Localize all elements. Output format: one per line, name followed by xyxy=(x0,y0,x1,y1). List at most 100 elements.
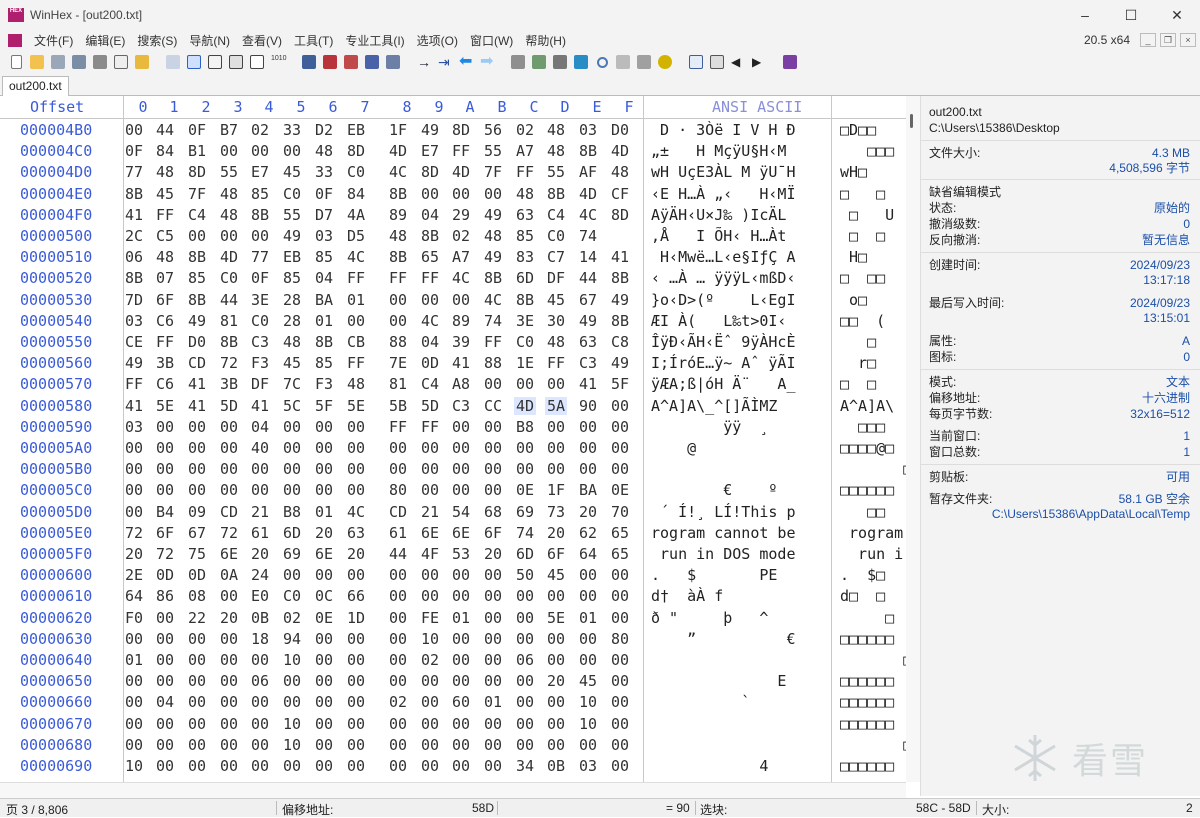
hex-byte[interactable]: 8B xyxy=(313,333,335,351)
hex-byte[interactable]: 8B xyxy=(609,312,631,330)
hex-byte[interactable]: 00 xyxy=(313,481,335,499)
hex-byte[interactable]: 20 xyxy=(123,545,145,563)
hex-byte[interactable]: FF xyxy=(345,269,367,287)
hex-byte[interactable]: C0 xyxy=(345,163,367,181)
hex-byte[interactable]: 64 xyxy=(577,545,599,563)
hex-byte[interactable]: 72 xyxy=(218,524,240,542)
hex-row[interactable]: 00000630 00 00 00 00 18 94 00 00 00 10 00 00 00 00 00 80… xyxy=(0,628,906,649)
hex-byte[interactable]: 01 xyxy=(345,291,367,309)
hex-byte[interactable]: 5B xyxy=(387,397,409,415)
hex-byte[interactable]: 20 xyxy=(545,672,567,690)
hex-byte[interactable]: 00 xyxy=(482,609,504,627)
hex-byte[interactable]: B7 xyxy=(218,121,240,139)
hex-byte[interactable]: CD xyxy=(387,503,409,521)
hex-byte[interactable]: 02 xyxy=(419,651,441,669)
hex-byte[interactable]: C4 xyxy=(545,206,567,224)
hex-byte[interactable]: 44 xyxy=(218,291,240,309)
tools-button[interactable] xyxy=(634,52,654,72)
hex-byte[interactable]: 01 xyxy=(313,503,335,521)
hex-byte[interactable]: E0 xyxy=(249,587,271,605)
hex-byte[interactable]: 4C xyxy=(387,163,409,181)
hex-byte[interactable]: 00 xyxy=(482,630,504,648)
hex-byte[interactable]: 53 xyxy=(450,545,472,563)
hex-byte[interactable]: FF xyxy=(419,418,441,436)
hex-byte[interactable]: 48 xyxy=(154,248,176,266)
hex-row[interactable]: 00000580 41 5E 41 5D 41 5C 5F 5E 5B 5D C3 CC 4D 5A 90 00… xyxy=(0,395,906,416)
calculator-button[interactable] xyxy=(571,52,591,72)
hex-byte[interactable]: C0 xyxy=(281,185,303,203)
hex-byte[interactable]: 03 xyxy=(577,757,599,775)
hex-byte[interactable]: 6D xyxy=(514,269,536,287)
hex-byte[interactable]: 04 xyxy=(419,206,441,224)
hex-byte[interactable]: 8B xyxy=(514,291,536,309)
hex-byte[interactable]: 00 xyxy=(387,312,409,330)
hex-byte[interactable]: 00 xyxy=(419,715,441,733)
ascii-text[interactable]: rogram xyxy=(840,524,906,542)
ansi-text[interactable]: ” € xyxy=(651,630,829,648)
hex-byte[interactable]: 49 xyxy=(482,206,504,224)
hex-byte[interactable]: 55 xyxy=(482,142,504,160)
ansi-text[interactable]: ð " þ ^ xyxy=(651,609,829,627)
hex-byte[interactable]: 00 xyxy=(186,715,208,733)
hex-byte[interactable]: 6D xyxy=(514,545,536,563)
hex-editor[interactable]: Offset 0 1 2 3 4 5 6 7 8 9 A B C D E F A… xyxy=(0,96,906,782)
ansi-text[interactable]: @ xyxy=(651,439,829,457)
hex-byte[interactable]: C8 xyxy=(609,333,631,351)
hex-byte[interactable]: 41 xyxy=(123,206,145,224)
hex-byte[interactable]: 00 xyxy=(387,736,409,754)
hex-byte[interactable]: 86 xyxy=(154,587,176,605)
hex-byte[interactable]: 84 xyxy=(345,185,367,203)
hex-row[interactable]: 00000550 CE FF D0 8B C3 48 8B CB 88 04 39 FF C0 48 63 C8… xyxy=(0,331,906,352)
horizontal-scrollbar[interactable] xyxy=(0,782,906,798)
hex-byte[interactable]: 00 xyxy=(123,693,145,711)
hex-byte[interactable]: 85 xyxy=(313,354,335,372)
close-button[interactable]: ✕ xyxy=(1154,0,1200,30)
hex-byte[interactable]: 00 xyxy=(545,651,567,669)
hex-byte[interactable]: 00 xyxy=(281,460,303,478)
hex-byte[interactable]: FF xyxy=(123,375,145,393)
hex-byte[interactable]: 41 xyxy=(577,375,599,393)
hex-byte[interactable]: 00 xyxy=(345,757,367,775)
hex-byte[interactable]: 77 xyxy=(249,248,271,266)
hex-byte[interactable]: F3 xyxy=(313,375,335,393)
hex-byte[interactable]: 00 xyxy=(514,736,536,754)
hex-byte[interactable]: C0 xyxy=(218,269,240,287)
ansi-text[interactable]: D · 3Òë I V H Ð xyxy=(651,121,829,139)
hex-byte[interactable]: 00 xyxy=(609,651,631,669)
hex-byte[interactable]: 5E xyxy=(545,609,567,627)
goto-offset-button[interactable]: → xyxy=(414,52,434,72)
hex-byte[interactable]: 00 xyxy=(609,397,631,415)
hex-byte[interactable]: 49 xyxy=(186,312,208,330)
hex-row[interactable]: 00000690 10 00 00 00 00 00 00 00 00 00 00 00 34 0B 03 00… xyxy=(0,755,906,776)
hex-byte[interactable]: 4D xyxy=(577,185,599,203)
hex-byte[interactable]: D0 xyxy=(609,121,631,139)
hex-byte[interactable]: 89 xyxy=(387,206,409,224)
hex-byte[interactable]: 06 xyxy=(249,672,271,690)
disk-tool-button[interactable] xyxy=(529,52,549,72)
hex-row[interactable]: 000005C0 00 00 00 00 00 00 00 00 80 00 00 00 0E 1F BA 0E… xyxy=(0,479,906,500)
hex-byte[interactable]: C0 xyxy=(281,587,303,605)
hex-row[interactable]: 00000670 00 00 00 00 00 10 00 00 00 00 00 00 00 00 10 00… xyxy=(0,713,906,734)
replace-text-button[interactable] xyxy=(341,52,361,72)
hex-byte[interactable]: 5E xyxy=(345,397,367,415)
hex-byte[interactable]: 00 xyxy=(482,460,504,478)
ansi-text[interactable]: ` xyxy=(651,693,829,711)
hex-byte[interactable]: 49 xyxy=(482,248,504,266)
hex-byte[interactable]: 02 xyxy=(450,227,472,245)
hex-byte[interactable]: 54 xyxy=(450,503,472,521)
hex-byte[interactable]: 8B xyxy=(249,206,271,224)
hex-byte[interactable]: 00 xyxy=(419,757,441,775)
menu-specialist-tools[interactable]: 专业工具(I) xyxy=(339,32,410,49)
undo-button[interactable] xyxy=(163,52,183,72)
hex-byte[interactable]: 00 xyxy=(218,715,240,733)
ascii-text[interactable]: wH□ xyxy=(840,163,906,181)
hex-byte[interactable]: 60 xyxy=(450,693,472,711)
hex-byte[interactable]: 80 xyxy=(609,630,631,648)
hex-byte[interactable]: 20 xyxy=(577,503,599,521)
hex-byte[interactable]: DF xyxy=(545,269,567,287)
hex-byte[interactable]: 6E xyxy=(419,524,441,542)
hex-byte[interactable]: 00 xyxy=(514,672,536,690)
hex-byte[interactable]: 00 xyxy=(450,291,472,309)
hex-byte[interactable]: 4C xyxy=(345,503,367,521)
hex-byte[interactable]: 00 xyxy=(313,460,335,478)
